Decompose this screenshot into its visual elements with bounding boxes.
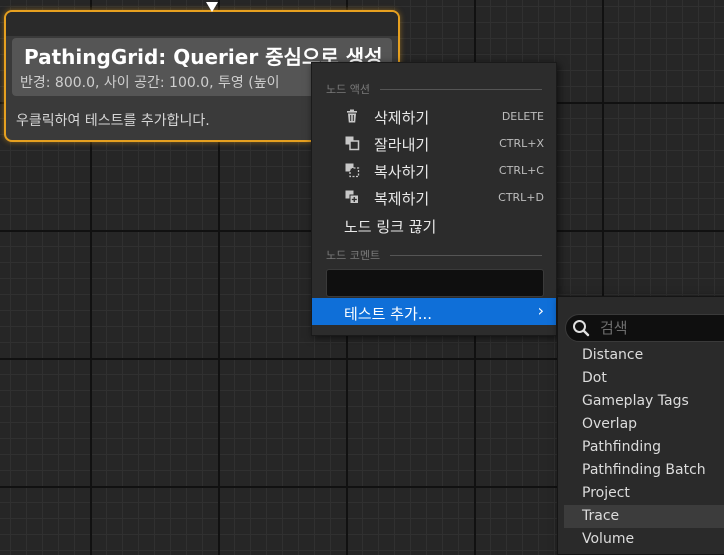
option-pathfinding-batch[interactable]: Pathfinding Batch	[564, 459, 724, 482]
menu-item-cut[interactable]: 잘라내기 CTRL+X	[312, 129, 556, 156]
option-label: Pathfinding Batch	[582, 462, 706, 478]
option-project[interactable]: Project	[564, 482, 724, 505]
menu-item-label: 노드 링크 끊기	[344, 218, 437, 236]
section-header-label: 노드 코멘트	[326, 249, 381, 262]
context-menu: 노드 액션 삭제하기 DELETE 잘라내기 CTRL+X 복사하기 CTRL+…	[311, 62, 557, 336]
option-label: Pathfinding	[582, 439, 661, 455]
menu-item-label: 삭제하기	[374, 109, 430, 127]
option-distance[interactable]: Distance	[564, 344, 724, 367]
duplicate-icon	[345, 190, 359, 204]
option-volume[interactable]: Volume	[564, 528, 724, 551]
option-label: Trace	[582, 508, 620, 524]
menu-item-label: 테스트 추가...	[344, 305, 433, 323]
node-hint: 우클릭하여 테스트를 추가합니다.	[16, 113, 210, 129]
cut-icon	[345, 136, 360, 151]
section-header-label: 노드 액션	[326, 83, 370, 96]
search-box[interactable]	[565, 314, 724, 342]
input-pin-icon[interactable]	[206, 2, 218, 12]
search-icon	[573, 320, 590, 337]
option-label: Project	[582, 485, 630, 501]
node-header	[6, 12, 398, 36]
menu-item-add-test[interactable]: 테스트 추가... ›	[312, 298, 556, 325]
menu-item-label: 복제하기	[374, 190, 430, 208]
menu-item-duplicate[interactable]: 복제하기 CTRL+D	[312, 183, 556, 210]
menu-item-copy[interactable]: 복사하기 CTRL+C	[312, 156, 556, 183]
add-test-submenu: Distance Dot Gameplay Tags Overlap Pathf…	[557, 296, 724, 555]
option-label: Distance	[582, 347, 644, 363]
menu-item-break-links[interactable]: 노드 링크 끊기	[312, 211, 556, 238]
option-label: Gameplay Tags	[582, 393, 689, 409]
trash-icon	[347, 109, 357, 123]
section-divider	[379, 88, 542, 90]
node-subtitle: 반경: 800.0, 사이 공간: 100.0, 투영 (높이	[20, 75, 280, 91]
option-label: Dot	[582, 370, 607, 386]
option-label: Overlap	[582, 416, 638, 432]
node-comment-input[interactable]	[326, 269, 544, 297]
shortcut-label: DELETE	[501, 110, 544, 123]
search-input[interactable]	[598, 317, 722, 339]
option-dot[interactable]: Dot	[564, 367, 724, 390]
option-pathfinding[interactable]: Pathfinding	[564, 436, 724, 459]
shortcut-label: CTRL+C	[498, 164, 544, 177]
option-label: Volume	[582, 531, 635, 547]
option-gameplay-tags[interactable]: Gameplay Tags	[564, 390, 724, 413]
shortcut-label: CTRL+D	[498, 191, 544, 204]
section-divider	[390, 254, 542, 256]
menu-item-label: 복사하기	[374, 163, 430, 181]
menu-item-delete[interactable]: 삭제하기 DELETE	[312, 102, 556, 129]
option-overlap[interactable]: Overlap	[564, 413, 724, 436]
copy-icon	[345, 163, 360, 178]
menu-item-label: 잘라내기	[374, 136, 430, 154]
section-header-node-comment: 노드 코멘트	[326, 247, 542, 263]
shortcut-label: CTRL+X	[499, 137, 544, 150]
section-header-node-actions: 노드 액션	[326, 81, 542, 97]
chevron-right-icon: ›	[537, 301, 544, 320]
option-trace[interactable]: Trace	[564, 505, 724, 528]
